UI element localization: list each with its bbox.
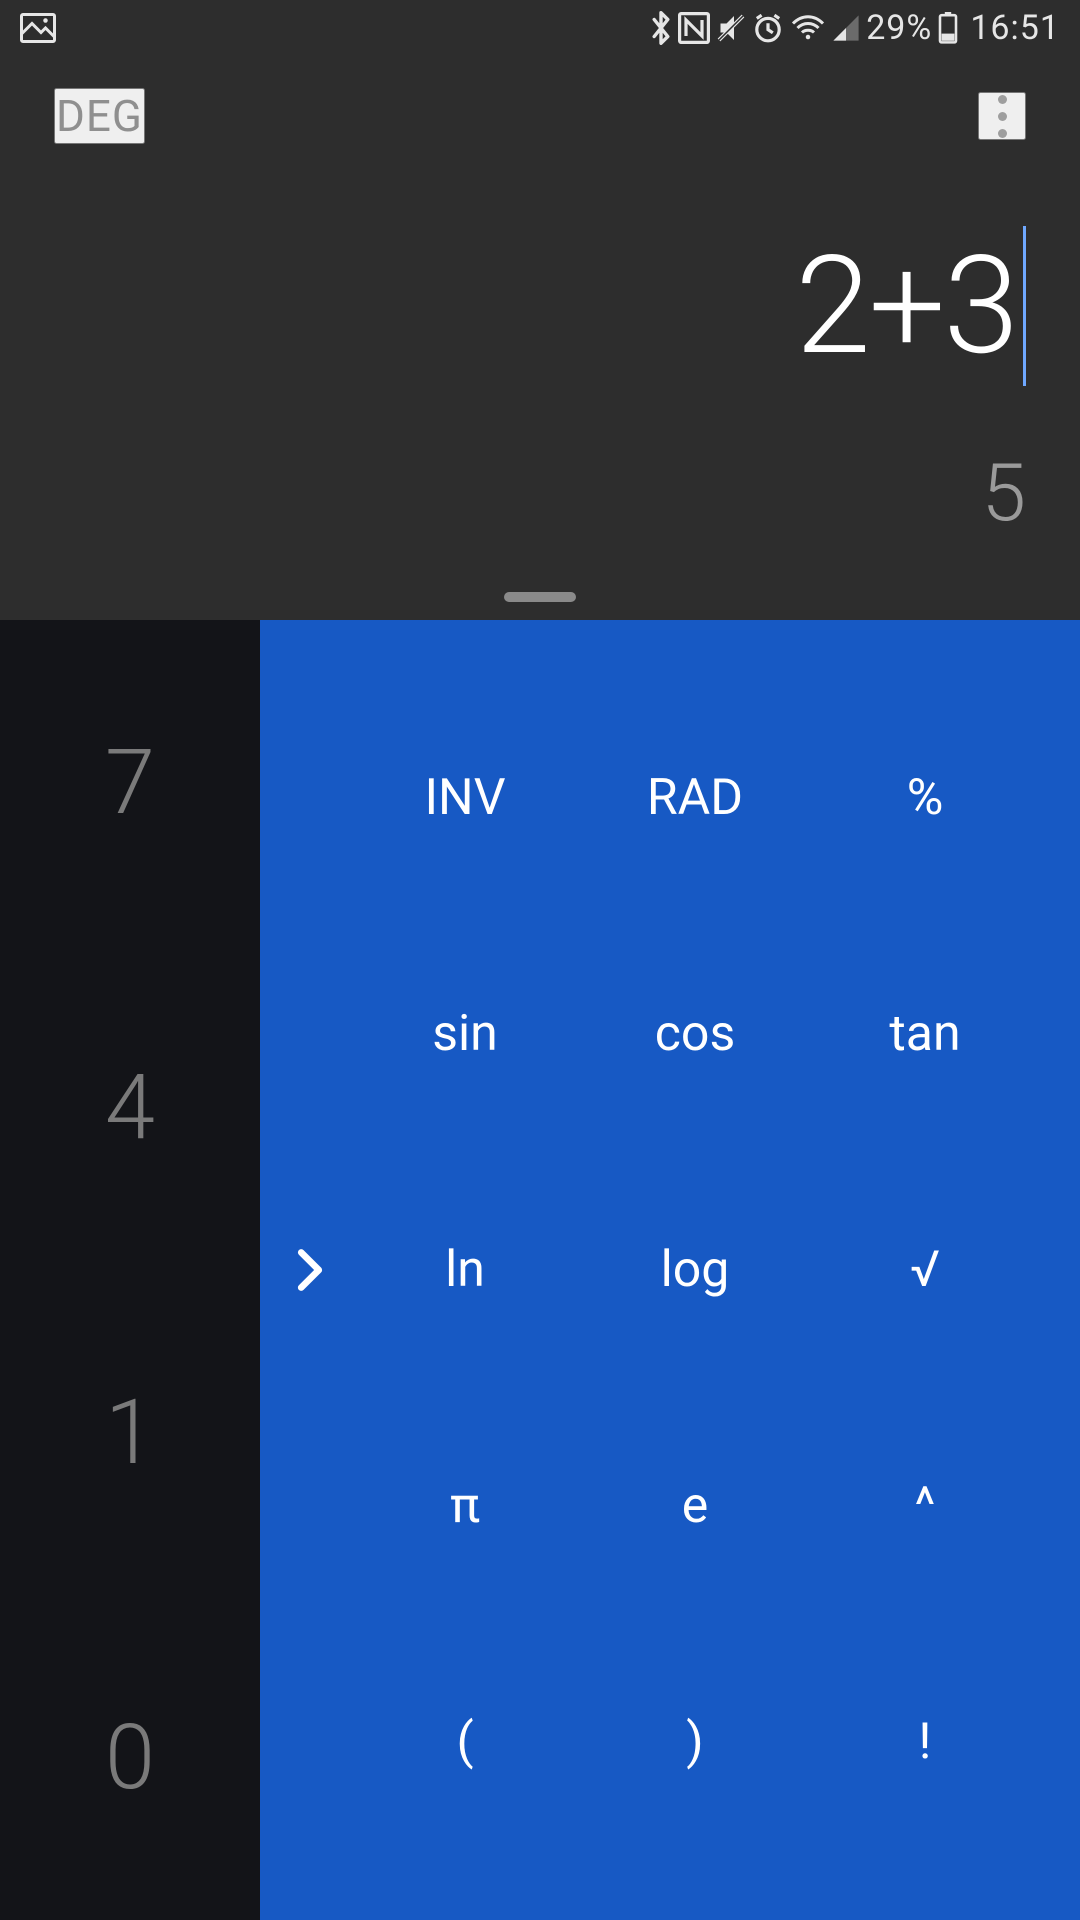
spacer (270, 1388, 350, 1624)
rad-button[interactable]: RAD (580, 680, 810, 916)
battery-icon (938, 12, 958, 44)
status-bar: 29% 16:51 (0, 0, 1080, 56)
angle-mode-button[interactable]: DEG (54, 88, 145, 144)
e-button[interactable]: e (580, 1388, 810, 1624)
log-button[interactable]: log (580, 1152, 810, 1388)
picture-icon (20, 13, 56, 43)
spacer (270, 1624, 350, 1860)
expression-text: 2+3 (795, 227, 1017, 386)
result-text: 5 (982, 446, 1026, 540)
expression-row[interactable]: 2+3 (795, 196, 1026, 416)
percent-button[interactable]: % (810, 680, 1040, 916)
sqrt-button[interactable]: √ (810, 1152, 1040, 1388)
keypad: 7 4 1 0 INV RAD % sin cos tan (0, 620, 1080, 1920)
spacer (270, 680, 350, 916)
battery-percent: 29% (866, 8, 932, 48)
display-area: 2+3 5 (0, 176, 1080, 620)
collapse-panel-button[interactable] (296, 1248, 324, 1292)
status-left (20, 13, 56, 43)
mute-icon (716, 13, 746, 43)
ln-button[interactable]: ln (350, 1152, 580, 1388)
wifi-icon (790, 14, 826, 42)
digits-column: 7 4 1 0 (0, 620, 260, 1920)
rparen-button[interactable]: ) (580, 1624, 810, 1860)
spacer (270, 916, 350, 1152)
nfc-icon (678, 12, 710, 44)
tan-button[interactable]: tan (810, 916, 1040, 1152)
status-time: 16:51 (970, 8, 1060, 48)
drag-handle[interactable] (504, 592, 576, 602)
digit-1-button[interactable]: 1 (0, 1270, 260, 1595)
overflow-menu-button[interactable] (978, 92, 1026, 140)
signal-icon (832, 14, 860, 42)
status-right: 29% 16:51 (650, 8, 1060, 48)
digit-0-button[interactable]: 0 (0, 1595, 260, 1920)
pi-button[interactable]: π (350, 1388, 580, 1624)
cos-button[interactable]: cos (580, 916, 810, 1152)
power-button[interactable]: ^ (810, 1388, 1040, 1624)
digit-4-button[interactable]: 4 (0, 945, 260, 1270)
alarm-icon (752, 12, 784, 44)
inv-button[interactable]: INV (350, 680, 580, 916)
digit-7-button[interactable]: 7 (0, 620, 260, 945)
chevron-right-icon (296, 1248, 324, 1292)
factorial-button[interactable]: ! (810, 1624, 1040, 1860)
text-cursor (1023, 226, 1026, 386)
advanced-panel: INV RAD % sin cos tan ln log √ π e (260, 620, 1080, 1920)
lparen-button[interactable]: ( (350, 1624, 580, 1860)
more-vert-icon (998, 95, 1007, 138)
sin-button[interactable]: sin (350, 916, 580, 1152)
calculator-screen: 29% 16:51 DEG 2+3 5 (0, 0, 1080, 1920)
calc-header: DEG (0, 56, 1080, 176)
bluetooth-icon (650, 11, 672, 45)
